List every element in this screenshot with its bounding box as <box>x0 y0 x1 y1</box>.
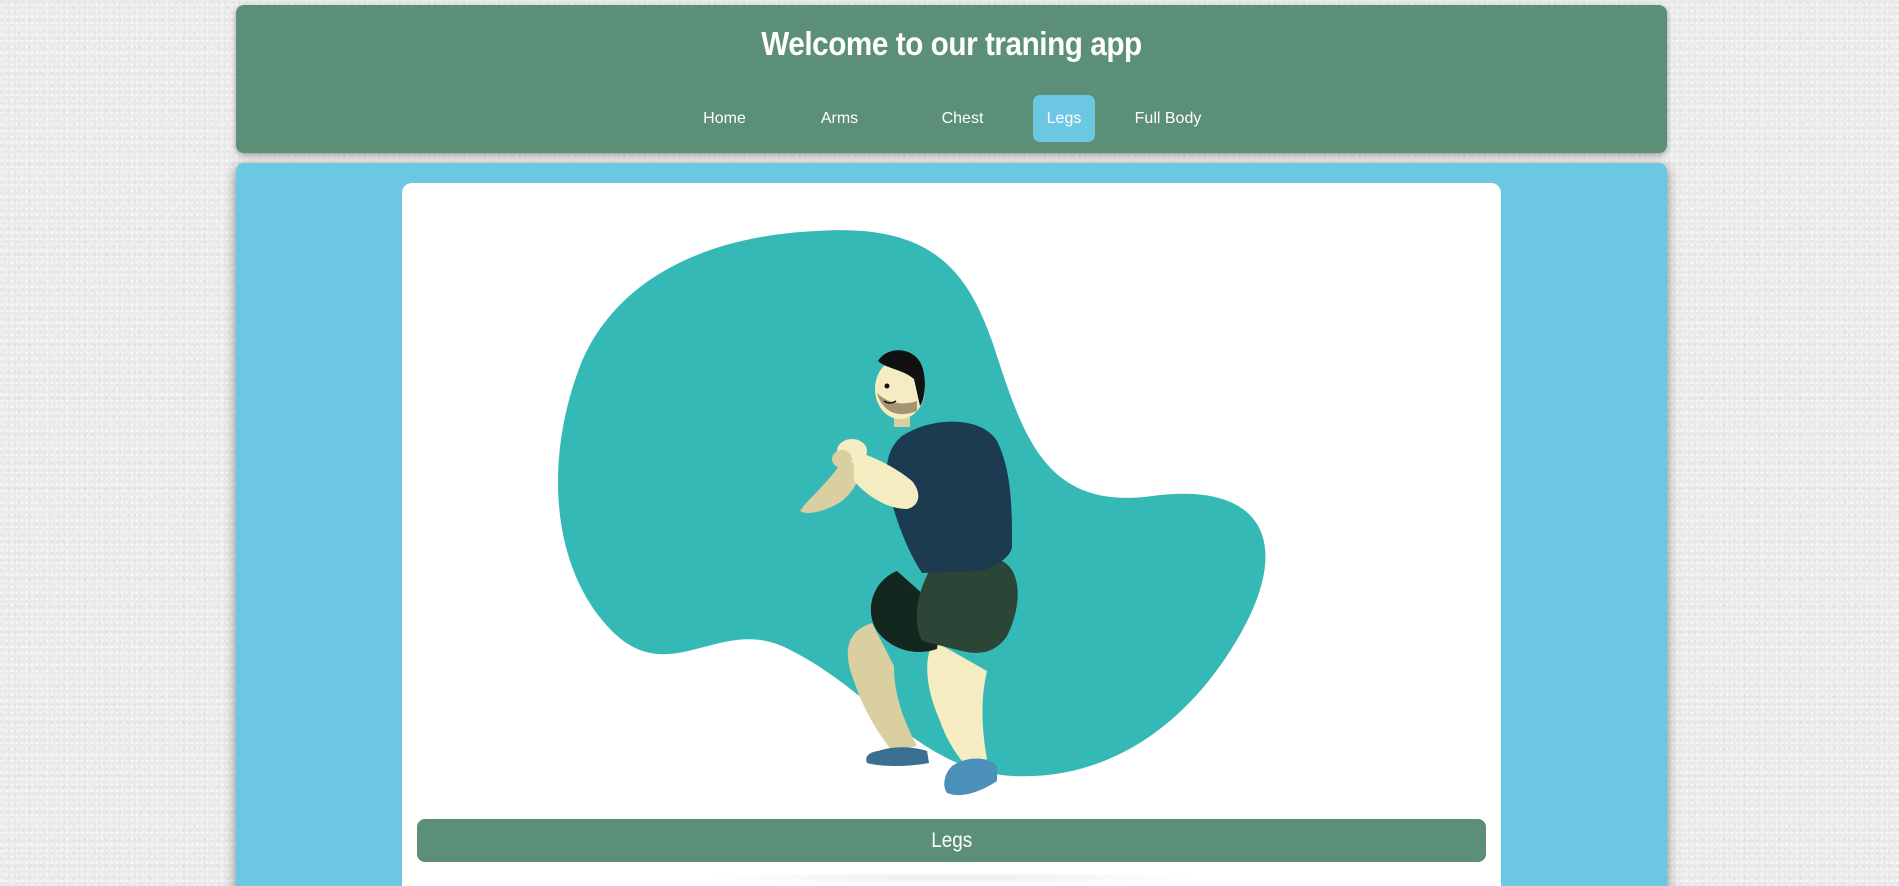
nav-item-home[interactable]: Home <box>680 95 769 142</box>
exercise-caption: Legs <box>930 828 972 852</box>
nav-item-legs[interactable]: Legs <box>1033 95 1095 142</box>
nav-item-chest[interactable]: Chest <box>910 95 1015 142</box>
squat-figure-illustration <box>558 230 1266 796</box>
exercise-card: Legs <box>402 183 1501 886</box>
exercise-caption-bar: Legs <box>417 819 1486 862</box>
card-shadow <box>702 872 1202 884</box>
nav-item-arms[interactable]: Arms <box>787 95 892 142</box>
page-title: Welcome to our traning app <box>761 25 1142 62</box>
app-header: Welcome to our traning app Home Arms Che… <box>236 5 1667 153</box>
main-nav: Home Arms Chest Legs Full Body <box>236 95 1667 142</box>
main-panel: Legs <box>236 163 1667 886</box>
nav-item-full-body[interactable]: Full Body <box>1113 95 1223 142</box>
